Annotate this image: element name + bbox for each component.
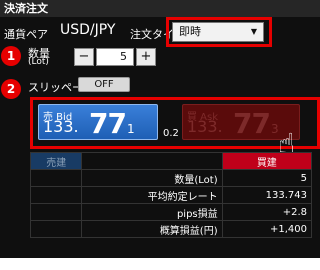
table-row: 平均約定レート 133.743 [29,186,313,204]
sell-price-fraction: 1 [127,122,135,136]
marker-one: 1 [1,46,21,66]
row-value: +1,400 [221,220,313,238]
sell-cell [29,186,83,204]
slippage-toggle[interactable]: OFF [78,77,130,92]
order-panel: 決済注文 1 2 通貨ペア USD/JPY 注文タイプ 即時 ▼ 数量 (Lot… [0,0,320,258]
marker-two: 2 [1,79,21,99]
row-value: 133.743 [221,186,313,204]
quantity-increment-button[interactable]: + [136,48,156,66]
sell-bid-button[interactable]: 売 Bid 133. 77 1 [38,104,158,140]
spread-value: 0.2 [163,128,179,139]
window-title: 決済注文 [0,0,320,17]
sell-column-header: 売建 [29,152,83,170]
sell-price-pips: 77 [89,107,127,140]
sell-cell [29,203,83,221]
sell-price-big: 133. [43,117,79,136]
buy-column-header: 買建 [221,152,313,170]
buy-price-big: 133. [187,117,223,136]
table-row: 概算損益(円) +1,400 [29,220,313,238]
header-spacer [81,152,223,170]
position-summary-table: 売建 買建 数量(Lot) 5 平均約定レート 133.743 pips損益 +… [29,152,313,238]
table-header-row: 売建 買建 [29,152,313,170]
currency-pair-label: 通貨ペア [4,28,48,41]
row-label: 数量(Lot) [81,169,223,187]
row-value: +2.8 [221,203,313,221]
row-label: pips損益 [81,203,223,221]
quantity-decrement-button[interactable]: − [74,48,94,66]
table-row: 数量(Lot) 5 [29,169,313,187]
row-label: 平均約定レート [81,186,223,204]
row-value: 5 [221,169,313,187]
row-label: 概算損益(円) [81,220,223,238]
buy-price-pips: 77 [233,107,271,140]
sell-cell [29,220,83,238]
table-row: pips損益 +2.8 [29,203,313,221]
sell-cell [29,169,83,187]
order-type-highlight [166,17,272,47]
currency-pair-value: USD/JPY [60,22,116,38]
quantity-input[interactable]: 5 [96,48,134,66]
quantity-unit-label: (Lot) [28,57,49,67]
